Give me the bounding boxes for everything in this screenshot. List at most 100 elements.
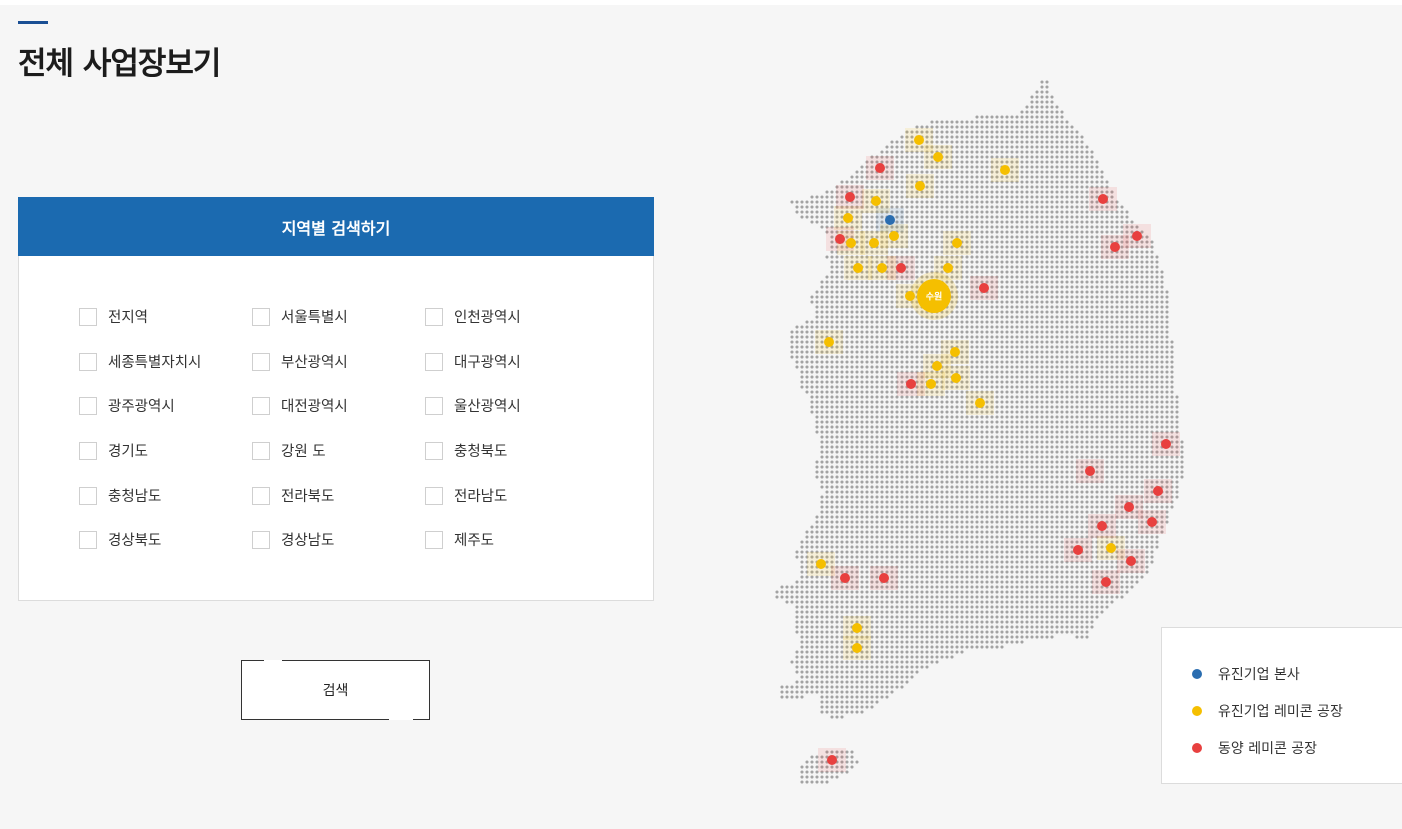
legend-item-eugene-plant: 유진기업 레미콘 공장 (1192, 701, 1343, 721)
region-checkbox[interactable] (425, 530, 443, 549)
dongyang-plant-marker[interactable] (896, 263, 906, 273)
title-accent-bar (18, 21, 48, 24)
region-checkbox[interactable] (252, 530, 270, 549)
dongyang-plant-marker[interactable] (845, 192, 855, 202)
region-option[interactable]: 세종특별자치시 (79, 351, 201, 372)
dongyang-plant-marker[interactable] (1101, 577, 1111, 587)
dongyang-plant-marker[interactable] (1098, 194, 1108, 204)
region-checkbox[interactable] (425, 441, 443, 460)
eugene-plant-marker[interactable] (951, 373, 961, 383)
dongyang-plant-marker[interactable] (1153, 486, 1163, 496)
region-option[interactable]: 광주광역시 (79, 395, 175, 416)
region-option[interactable]: 경상남도 (252, 529, 334, 550)
region-option[interactable]: 인천광역시 (425, 306, 521, 327)
eugene-plant-marker[interactable] (852, 623, 862, 633)
region-label: 제주도 (454, 533, 495, 549)
region-label: 경상북도 (108, 533, 162, 549)
dongyang-plant-marker[interactable] (1085, 466, 1095, 476)
eugene-plant-marker[interactable] (952, 238, 962, 248)
region-label: 대전광역시 (281, 399, 348, 415)
region-checkbox[interactable] (252, 352, 270, 371)
dongyang-plant-marker[interactable] (1097, 521, 1107, 531)
region-option[interactable]: 전라남도 (425, 485, 507, 506)
region-checkbox[interactable] (252, 396, 270, 415)
region-option[interactable]: 서울특별시 (252, 306, 348, 327)
korea-dot-map: 수원 (775, 80, 1184, 784)
region-checkbox[interactable] (425, 307, 443, 326)
map-markers (816, 135, 1171, 765)
eugene-plant-marker[interactable] (852, 643, 862, 653)
region-option[interactable]: 울산광역시 (425, 395, 521, 416)
eugene-plant-marker[interactable] (1106, 543, 1116, 553)
dongyang-plant-marker[interactable] (906, 379, 916, 389)
eugene-plant-marker[interactable] (846, 238, 856, 248)
eugene-plant-marker[interactable] (843, 213, 853, 223)
region-label: 충청남도 (108, 489, 162, 505)
eugene-plant-marker[interactable] (943, 263, 953, 273)
region-label: 전지역 (108, 310, 149, 326)
region-checkbox[interactable] (425, 396, 443, 415)
eugene-plant-marker[interactable] (932, 361, 942, 371)
eugene-plant-marker[interactable] (889, 231, 899, 241)
eugene-plant-marker[interactable] (877, 263, 887, 273)
dongyang-plant-marker[interactable] (1126, 556, 1136, 566)
dongyang-plant-marker[interactable] (1161, 439, 1171, 449)
region-checkbox[interactable] (79, 307, 97, 326)
region-label: 광주광역시 (108, 399, 175, 415)
region-label: 인천광역시 (454, 310, 521, 326)
region-checkbox[interactable] (79, 352, 97, 371)
region-checkbox[interactable] (79, 441, 97, 460)
eugene-plant-marker[interactable] (871, 196, 881, 206)
region-checkbox[interactable] (252, 486, 270, 505)
region-option[interactable]: 전지역 (79, 306, 148, 327)
eugene-plant-marker[interactable] (824, 337, 834, 347)
region-option[interactable]: 강원 도 (252, 440, 326, 461)
region-option[interactable]: 경기도 (79, 440, 148, 461)
dongyang-plant-marker[interactable] (827, 755, 837, 765)
region-checkbox[interactable] (252, 441, 270, 460)
region-label: 경상남도 (281, 533, 335, 549)
search-button[interactable]: 검색 (241, 660, 430, 720)
eugene-plant-marker[interactable] (914, 135, 924, 145)
eugene-plant-marker[interactable] (926, 379, 936, 389)
region-option[interactable]: 충청남도 (79, 485, 161, 506)
region-checkbox[interactable] (425, 352, 443, 371)
legend-dot-headquarters (1192, 669, 1202, 679)
region-label: 서울특별시 (281, 310, 348, 326)
dongyang-plant-marker[interactable] (979, 283, 989, 293)
dongyang-plant-marker[interactable] (1124, 502, 1134, 512)
headquarters-marker[interactable] (885, 215, 895, 225)
dongyang-plant-marker[interactable] (840, 573, 850, 583)
dongyang-plant-marker[interactable] (1132, 231, 1142, 241)
eugene-plant-marker[interactable] (915, 181, 925, 191)
dongyang-plant-marker[interactable] (1110, 242, 1120, 252)
region-checkbox[interactable] (79, 396, 97, 415)
region-option[interactable]: 대구광역시 (425, 351, 521, 372)
region-option[interactable]: 전라북도 (252, 485, 334, 506)
region-option[interactable]: 대전광역시 (252, 395, 348, 416)
eugene-plant-marker[interactable] (975, 398, 985, 408)
dongyang-plant-marker[interactable] (875, 163, 885, 173)
eugene-plant-marker[interactable] (816, 559, 826, 569)
region-option[interactable]: 부산광역시 (252, 351, 348, 372)
dongyang-plant-marker[interactable] (1073, 545, 1083, 555)
region-checkbox[interactable] (79, 486, 97, 505)
region-option[interactable]: 제주도 (425, 529, 494, 550)
region-checkbox[interactable] (79, 530, 97, 549)
eugene-plant-marker[interactable] (869, 238, 879, 248)
eugene-plant-marker[interactable] (853, 263, 863, 273)
region-checkbox[interactable] (252, 307, 270, 326)
eugene-plant-marker[interactable] (933, 152, 943, 162)
region-option[interactable]: 충청북도 (425, 440, 507, 461)
dongyang-plant-marker[interactable] (1147, 517, 1157, 527)
legend-label-dongyang-plant: 동양 레미콘 공장 (1218, 741, 1318, 757)
region-option[interactable]: 경상북도 (79, 529, 161, 550)
region-label: 강원 도 (281, 444, 326, 460)
eugene-plant-marker[interactable] (950, 347, 960, 357)
map-marker-glows (807, 128, 1180, 772)
dongyang-plant-marker[interactable] (879, 573, 889, 583)
region-checkbox[interactable] (425, 486, 443, 505)
eugene-plant-marker[interactable] (1000, 165, 1010, 175)
dongyang-plant-marker[interactable] (835, 234, 845, 244)
legend-dot-eugene-plant (1192, 706, 1202, 716)
